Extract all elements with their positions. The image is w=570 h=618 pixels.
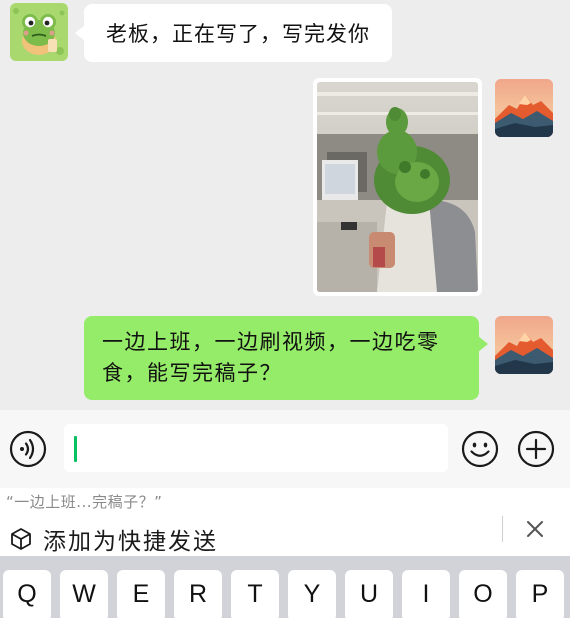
outgoing-message-line: 一边上班，一边刷视频，一边吃零 [102, 330, 440, 354]
voice-button[interactable] [8, 429, 48, 469]
emoji-button[interactable] [460, 429, 500, 469]
my-avatar[interactable] [495, 316, 553, 374]
divider [502, 516, 503, 542]
key-q[interactable]: Q [3, 570, 51, 618]
chat-area[interactable]: 老板，正在写了，写完发你 一边上班，一边刷视频，一边吃零 食，能写完稿子？ [0, 0, 570, 410]
key-p[interactable]: P [516, 570, 564, 618]
key-r[interactable]: R [174, 570, 222, 618]
quick-send-suggestion: “一边上班...完稿子？” 添加为快捷发送 [0, 488, 570, 556]
cube-icon [11, 528, 31, 550]
key-o[interactable]: O [459, 570, 507, 618]
message-input[interactable] [64, 424, 448, 472]
emoji-icon [461, 430, 499, 468]
suggestion-quote: “一边上班...完稿子？” [6, 493, 163, 511]
photo-message[interactable] [313, 78, 482, 296]
key-e[interactable]: E [117, 570, 165, 618]
outgoing-message-bubble[interactable]: 一边上班，一边刷视频，一边吃零 食，能写完稿子？ [84, 316, 488, 400]
office-photo-image [317, 82, 478, 292]
key-y[interactable]: Y [288, 570, 336, 618]
key-w[interactable]: W [60, 570, 108, 618]
frog-avatar-icon [10, 3, 68, 61]
voice-icon [9, 430, 47, 468]
my-avatar[interactable] [495, 79, 553, 137]
more-functions-button[interactable] [516, 429, 556, 469]
add-quick-send-button[interactable]: 添加为快捷发送 [8, 524, 218, 555]
outgoing-message-line: 食，能写完稿子？ [102, 361, 282, 385]
mountain-sunset-avatar-icon [495, 316, 553, 374]
add-quick-send-label: 添加为快捷发送 [43, 529, 218, 555]
input-bar [0, 410, 570, 488]
key-i[interactable]: I [402, 570, 450, 618]
plus-icon [517, 430, 555, 468]
dismiss-suggestion-button[interactable] [521, 515, 549, 543]
key-u[interactable]: U [345, 570, 393, 618]
incoming-message-bubble[interactable]: 老板，正在写了，写完发你 [75, 4, 392, 62]
incoming-message-text: 老板，正在写了，写完发你 [106, 22, 370, 46]
key-t[interactable]: T [231, 570, 279, 618]
text-cursor [74, 436, 77, 462]
contact-avatar[interactable] [10, 3, 68, 61]
close-icon [527, 521, 543, 537]
keyboard: Q W E R T Y U I O P [0, 556, 570, 618]
mountain-sunset-avatar-icon [495, 79, 553, 137]
